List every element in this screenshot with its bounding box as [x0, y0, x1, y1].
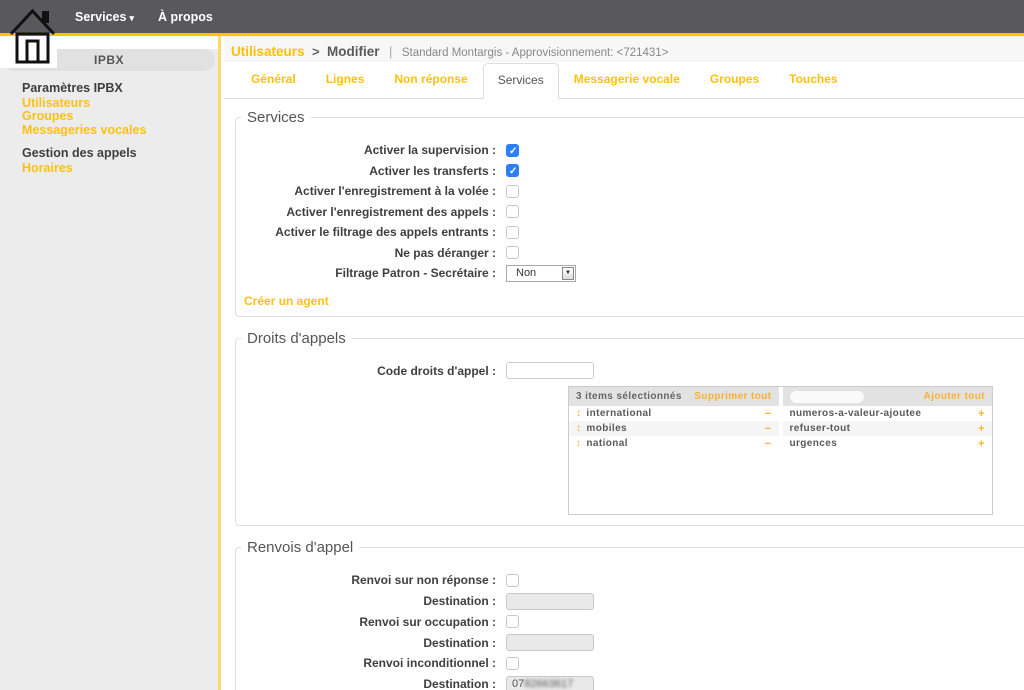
droits-appels-fieldset: Droits d'appels Code droits d'appel : 3 … — [235, 330, 1024, 527]
selected-right-international[interactable]: ↕ international − — [569, 406, 779, 421]
selected-right-mobiles[interactable]: ↕ mobiles − — [569, 421, 779, 436]
enregistrement-volee-checkbox[interactable] — [506, 185, 519, 198]
remove-all-link[interactable]: Supprimer tout — [694, 391, 771, 402]
destination-occupation-input[interactable] — [506, 634, 594, 651]
destination-non-reponse-input[interactable] — [506, 593, 594, 610]
available-right-refuser-tout[interactable]: refuser-tout + — [783, 421, 993, 436]
renvoi-non-reponse-label: Renvoi sur non réponse : — [238, 573, 506, 587]
right-label: numeros-a-valeur-ajoutee — [790, 408, 922, 419]
tab-non-reponse[interactable]: Non réponse — [379, 62, 482, 98]
filtrage-patron-select-value: Non — [507, 267, 562, 279]
enregistrement-volee-label: Activer l'enregistrement à la volée : — [238, 184, 506, 198]
tab-touches[interactable]: Touches — [774, 62, 852, 98]
renvoi-inconditionnel-label: Renvoi inconditionnel : — [238, 656, 506, 670]
drag-handle-icon[interactable]: ↕ — [576, 423, 581, 434]
rights-search-input[interactable] — [790, 391, 864, 403]
renvois-appel-legend: Renvois d'appel — [241, 539, 359, 556]
sidebar-item-horaires[interactable]: Horaires — [22, 162, 212, 176]
sidebar-nav: Paramètres IPBX Utilisateurs Groupes Mes… — [22, 82, 212, 175]
supervision-checkbox[interactable] — [506, 144, 519, 157]
tab-services[interactable]: Services — [483, 63, 559, 99]
code-droits-label: Code droits d'appel : — [238, 364, 506, 378]
tab-messagerie-vocale[interactable]: Messagerie vocale — [559, 62, 695, 98]
destination-inconditionnel-input[interactable]: 0782663617 — [506, 676, 594, 690]
enregistrement-appels-checkbox[interactable] — [506, 205, 519, 218]
services-fieldset: Services Activer la supervision : Active… — [235, 109, 1024, 317]
ne-pas-deranger-label: Ne pas déranger : — [238, 246, 506, 260]
home-icon[interactable] — [9, 5, 56, 69]
drag-handle-icon[interactable]: ↕ — [576, 438, 581, 449]
filtrage-entrants-checkbox[interactable] — [506, 226, 519, 239]
menu-about[interactable]: À propos — [158, 10, 213, 24]
supervision-label: Activer la supervision : — [238, 143, 506, 157]
drag-handle-icon[interactable]: ↕ — [576, 408, 581, 419]
destination-value-prefix: 07 — [512, 678, 524, 690]
enregistrement-appels-label: Activer l'enregistrement des appels : — [238, 205, 506, 219]
renvoi-non-reponse-checkbox[interactable] — [506, 574, 519, 587]
tab-content: Services Activer la supervision : Active… — [224, 99, 1024, 690]
menu-services-label: Services — [75, 10, 126, 24]
main-content: Utilisateurs > Modifier | Standard Monta… — [224, 36, 1024, 690]
right-label: mobiles — [586, 423, 627, 434]
ne-pas-deranger-checkbox[interactable] — [506, 246, 519, 259]
breadcrumb-section-link[interactable]: Utilisateurs — [231, 44, 305, 59]
right-label: urgences — [790, 438, 838, 449]
available-right-urgences[interactable]: urgences + — [783, 436, 993, 451]
menu-services[interactable]: Services▾ — [75, 10, 134, 24]
droits-appels-legend: Droits d'appels — [241, 330, 352, 347]
available-right-numeros-valeur-ajoutee[interactable]: numeros-a-valeur-ajoutee + — [783, 406, 993, 421]
right-label: national — [586, 438, 628, 449]
filtrage-patron-label: Filtrage Patron - Secrétaire : — [238, 266, 506, 280]
chevron-down-icon: ▾ — [129, 13, 134, 23]
breadcrumb-context: Standard Montargis - Approvisionnement: … — [402, 47, 669, 59]
available-rights-panel: Ajouter tout numeros-a-valeur-ajoutee + … — [783, 387, 993, 451]
sidebar-item-utilisateurs[interactable]: Utilisateurs — [22, 97, 212, 111]
renvoi-occupation-checkbox[interactable] — [506, 615, 519, 628]
renvois-appel-fieldset: Renvois d'appel Renvoi sur non réponse :… — [235, 539, 1024, 690]
add-icon[interactable]: + — [978, 408, 985, 420]
tab-groupes[interactable]: Groupes — [695, 62, 774, 98]
filtrage-patron-select[interactable]: Non ▼ — [506, 265, 576, 282]
call-rights-dual-list: 3 items sélectionnés Supprimer tout ↕ in… — [568, 386, 993, 515]
right-label: international — [586, 408, 651, 419]
create-agent-link[interactable]: Créer un agent — [244, 294, 329, 308]
sidebar: IPBX Paramètres IPBX Utilisateurs Groupe… — [0, 36, 221, 690]
destination-label: Destination : — [238, 594, 506, 608]
transferts-checkbox[interactable] — [506, 164, 519, 177]
sidebar-item-messageries-vocales[interactable]: Messageries vocales — [22, 124, 212, 138]
renvoi-occupation-label: Renvoi sur occupation : — [238, 615, 506, 629]
sidebar-heading-gestion-appels: Gestion des appels — [22, 147, 212, 161]
transferts-label: Activer les transferts : — [238, 164, 506, 178]
right-label: refuser-tout — [790, 423, 851, 434]
breadcrumb-page: Modifier — [327, 44, 380, 59]
tab-lignes[interactable]: Lignes — [311, 62, 380, 98]
add-all-link[interactable]: Ajouter tout — [924, 391, 985, 402]
tab-general[interactable]: Général — [236, 62, 311, 98]
destination-value-masked: 82663617 — [524, 678, 573, 690]
menu-about-label: À propos — [158, 10, 213, 24]
selected-rights-panel: 3 items sélectionnés Supprimer tout ↕ in… — [569, 387, 779, 451]
top-navigation-bar: Services▾ À propos — [0, 0, 1024, 36]
tab-bar: Général Lignes Non réponse Services Mess… — [224, 62, 1024, 99]
sidebar-heading-parametres: Paramètres IPBX — [22, 82, 212, 96]
remove-icon[interactable]: − — [765, 408, 772, 420]
sidebar-item-groupes[interactable]: Groupes — [22, 110, 212, 124]
remove-icon[interactable]: − — [765, 438, 772, 450]
dropdown-arrow-icon: ▼ — [562, 267, 574, 280]
breadcrumb-separator: > — [312, 44, 320, 59]
remove-icon[interactable]: − — [765, 423, 772, 435]
filtrage-entrants-label: Activer le filtrage des appels entrants … — [238, 225, 506, 239]
breadcrumb: Utilisateurs > Modifier | Standard Monta… — [224, 36, 1024, 62]
selected-right-national[interactable]: ↕ national − — [569, 436, 779, 451]
topbar-menu: Services▾ À propos — [75, 0, 213, 33]
selected-count-label: 3 items sélectionnés — [576, 391, 682, 402]
destination-label: Destination : — [238, 677, 506, 690]
add-icon[interactable]: + — [978, 423, 985, 435]
renvoi-inconditionnel-checkbox[interactable] — [506, 657, 519, 670]
breadcrumb-divider: | — [389, 44, 392, 59]
services-legend: Services — [241, 109, 311, 126]
code-droits-input[interactable] — [506, 362, 594, 379]
add-icon[interactable]: + — [978, 438, 985, 450]
destination-label: Destination : — [238, 636, 506, 650]
